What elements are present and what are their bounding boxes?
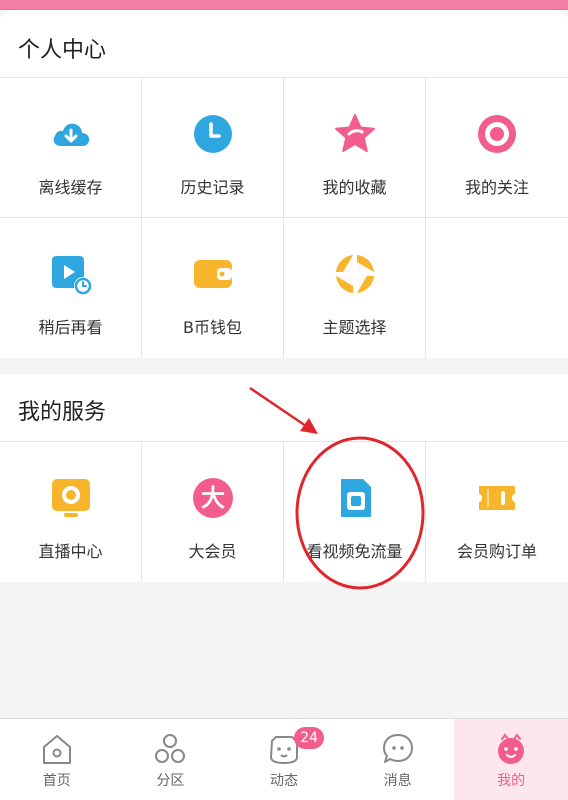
ticket-icon — [479, 486, 515, 510]
favorites-button[interactable]: 我的收藏 — [284, 78, 426, 218]
top-header-strip — [0, 0, 568, 10]
watch-later-button[interactable]: 稍后再看 — [0, 218, 142, 358]
my-services-card: 我的服务 直播中心 大 大会员 看视频免流量 会员购订单 — [0, 374, 568, 582]
offline-cache-label: 离线缓存 — [38, 178, 103, 197]
wallet-label: B币钱包 — [183, 318, 242, 337]
personal-center-row-1: 离线缓存 历史记录 我的收藏 我的关注 — [0, 77, 568, 218]
theme-label: 主题选择 — [322, 318, 387, 337]
wallet-button[interactable]: B币钱包 — [142, 218, 284, 358]
personal-center-title: 个人中心 — [18, 38, 107, 63]
message-icon — [382, 734, 413, 763]
personal-center-card: 个人中心 离线缓存 历史记录 我的收藏 我的关注 稍后再看 B币钱包 主题选择 — [0, 10, 568, 358]
tab-home[interactable]: 首页 — [0, 719, 114, 800]
clock-icon — [193, 115, 232, 153]
following-button[interactable]: 我的关注 — [426, 78, 568, 218]
tab-feed-label: 动态 — [269, 773, 298, 789]
tab-home-label: 首页 — [42, 773, 71, 789]
following-label: 我的关注 — [464, 178, 529, 197]
star-icon — [334, 114, 375, 152]
history-button[interactable]: 历史记录 — [142, 78, 284, 218]
watch-later-icon — [51, 256, 92, 295]
offline-cache-button[interactable]: 离线缓存 — [0, 78, 142, 218]
home-icon — [42, 735, 71, 764]
feed-badge: 24 — [294, 727, 325, 749]
live-center-button[interactable]: 直播中心 — [0, 442, 142, 582]
watch-later-label: 稍后再看 — [38, 318, 103, 337]
bottom-tab-bar: 首页 分区 24 动态 消息 我的 — [0, 718, 568, 800]
tab-feed[interactable]: 24 动态 — [227, 719, 341, 800]
member-orders-label: 会员购订单 — [456, 542, 537, 561]
favorites-label: 我的收藏 — [322, 178, 387, 197]
tab-messages-label: 消息 — [383, 773, 412, 789]
vip-icon: 大 — [192, 478, 233, 518]
vip-label: 大会员 — [188, 542, 237, 561]
free-data-label: 看视频免流量 — [306, 542, 403, 561]
target-icon — [478, 115, 516, 153]
theme-button[interactable]: 主题选择 — [284, 218, 426, 358]
svg-text:大: 大 — [201, 484, 225, 512]
category-icon — [155, 734, 186, 763]
history-label: 历史记录 — [180, 178, 245, 197]
my-services-title: 我的服务 — [18, 400, 107, 425]
personal-center-row-2: 稍后再看 B币钱包 主题选择 — [0, 217, 568, 358]
live-tv-icon — [51, 479, 90, 517]
cloud-download-icon — [53, 123, 89, 146]
wallet-icon — [193, 260, 232, 288]
sim-card-icon — [340, 479, 371, 517]
live-center-label: 直播中心 — [38, 542, 103, 561]
member-orders-button[interactable]: 会员购订单 — [426, 442, 568, 582]
tab-profile-label: 我的 — [497, 773, 526, 789]
vip-button[interactable]: 大 大会员 — [142, 442, 284, 582]
tab-profile[interactable]: 我的 — [454, 719, 568, 800]
tab-category-label: 分区 — [156, 773, 185, 789]
tab-category[interactable]: 分区 — [114, 719, 228, 800]
empty-cell — [426, 218, 568, 358]
theme-icon — [335, 255, 374, 293]
tab-messages[interactable]: 消息 — [341, 719, 455, 800]
my-services-row: 直播中心 大 大会员 看视频免流量 会员购订单 — [0, 441, 568, 582]
profile-icon — [498, 733, 525, 764]
free-data-button[interactable]: 看视频免流量 — [284, 442, 426, 582]
